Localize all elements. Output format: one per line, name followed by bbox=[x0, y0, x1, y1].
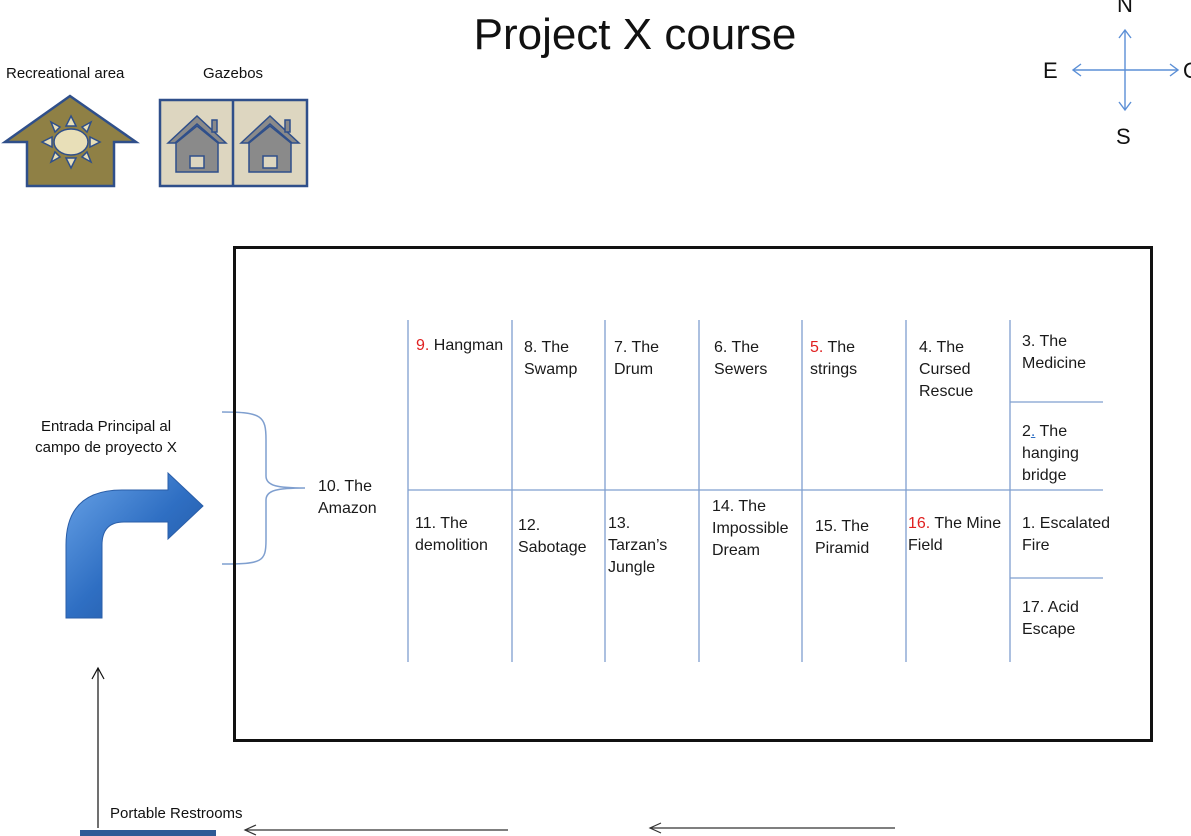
station-text: Impossible bbox=[712, 520, 789, 537]
station-3[interactable]: 3. The Medicine bbox=[1022, 331, 1086, 375]
entrance-label: Entrada Principal al campo de proyecto X bbox=[8, 416, 204, 458]
station-text: 17. Acid bbox=[1022, 599, 1079, 616]
station-text: Tarzan’s bbox=[608, 537, 668, 554]
path-arrow-left bbox=[648, 822, 895, 834]
station-text: Sewers bbox=[714, 361, 768, 378]
station-11[interactable]: 11. The demolition bbox=[415, 513, 488, 557]
station-text: 7. The bbox=[614, 339, 660, 356]
station-2[interactable]: 2. The hanging bridge bbox=[1022, 421, 1079, 487]
station-text: 13. bbox=[608, 515, 631, 532]
station-text: 11. The bbox=[415, 515, 468, 532]
station-text: The Mine bbox=[930, 515, 1002, 532]
station-1[interactable]: 1. Escalated Fire bbox=[1022, 513, 1110, 557]
station-6[interactable]: 6. The Sewers bbox=[714, 337, 767, 381]
station-text: Fire bbox=[1022, 537, 1050, 554]
station-4[interactable]: 4. The Cursed Rescue bbox=[919, 337, 973, 403]
station-text: Rescue bbox=[919, 383, 974, 400]
station-8[interactable]: 8. The Swamp bbox=[524, 337, 577, 381]
compass-north: N bbox=[1117, 0, 1133, 17]
station-text: Field bbox=[908, 537, 943, 554]
station-text: 3. The bbox=[1022, 333, 1068, 350]
compass-south: S bbox=[1116, 124, 1131, 149]
station-number: 5. bbox=[810, 339, 824, 356]
station-text: 1. Escalated bbox=[1022, 515, 1111, 532]
station-9[interactable]: 9. Hangman bbox=[416, 335, 503, 357]
station-text: demolition bbox=[415, 537, 488, 554]
station-7[interactable]: 7. The Drum bbox=[614, 337, 659, 381]
station-text: Drum bbox=[614, 361, 654, 378]
station-text: bridge bbox=[1022, 467, 1067, 484]
station-text: The bbox=[1035, 423, 1068, 440]
station-text: Escape bbox=[1022, 621, 1076, 638]
station-12[interactable]: 12. Sabotage bbox=[518, 515, 587, 559]
station-text: Cursed bbox=[919, 361, 971, 378]
gazebos-icon bbox=[158, 98, 309, 188]
station-17[interactable]: 17. Acid Escape bbox=[1022, 597, 1079, 641]
path-arrow-up bbox=[91, 666, 105, 828]
compass-west: O bbox=[1183, 58, 1191, 84]
station-text: strings bbox=[810, 361, 858, 378]
entrance-label-line: Entrada Principal al bbox=[40, 418, 172, 435]
station-text: 6. The bbox=[714, 339, 760, 356]
station-text: 12. bbox=[518, 517, 541, 534]
station-text: Dream bbox=[712, 542, 761, 559]
compass-east: E bbox=[1043, 58, 1058, 83]
station-text: Medicine bbox=[1022, 355, 1087, 372]
station-text: Amazon bbox=[318, 500, 377, 517]
station-text: 10. The bbox=[318, 478, 372, 495]
station-14[interactable]: 14. The Impossible Dream bbox=[712, 496, 788, 562]
recreational-area-icon bbox=[1, 94, 140, 188]
path-arrow-left bbox=[243, 824, 508, 836]
restroom-icon bbox=[80, 830, 216, 836]
station-15[interactable]: 15. The Piramid bbox=[815, 516, 869, 560]
station-5[interactable]: 5. The strings bbox=[810, 337, 857, 381]
station-number: 16. bbox=[908, 515, 931, 532]
station-text: The bbox=[823, 339, 856, 356]
station-text: 14. The bbox=[712, 498, 766, 515]
station-text: Jungle bbox=[608, 559, 656, 576]
station-13[interactable]: 13. Tarzan’s Jungle bbox=[608, 513, 667, 579]
station-text: 15. The bbox=[815, 518, 869, 535]
station-text: Swamp bbox=[524, 361, 578, 378]
station-text: 4. The bbox=[919, 339, 965, 356]
station-number: 9. bbox=[416, 337, 430, 354]
station-text: 8. The bbox=[524, 339, 570, 356]
station-text: hanging bbox=[1022, 445, 1079, 462]
station-text: Hangman bbox=[433, 337, 504, 354]
compass-icon bbox=[1071, 28, 1180, 112]
entrance-label-line: campo de proyecto X bbox=[35, 439, 177, 456]
portable-restrooms-label: Portable Restrooms bbox=[110, 805, 243, 822]
station-text: Piramid bbox=[815, 540, 870, 557]
station-10[interactable]: 10. The Amazon bbox=[318, 476, 377, 520]
station-text: Sabotage bbox=[518, 539, 587, 556]
entrance-arrow-icon bbox=[65, 471, 204, 619]
station-number: 2 bbox=[1022, 423, 1031, 440]
station-16[interactable]: 16. The Mine Field bbox=[908, 513, 1001, 557]
